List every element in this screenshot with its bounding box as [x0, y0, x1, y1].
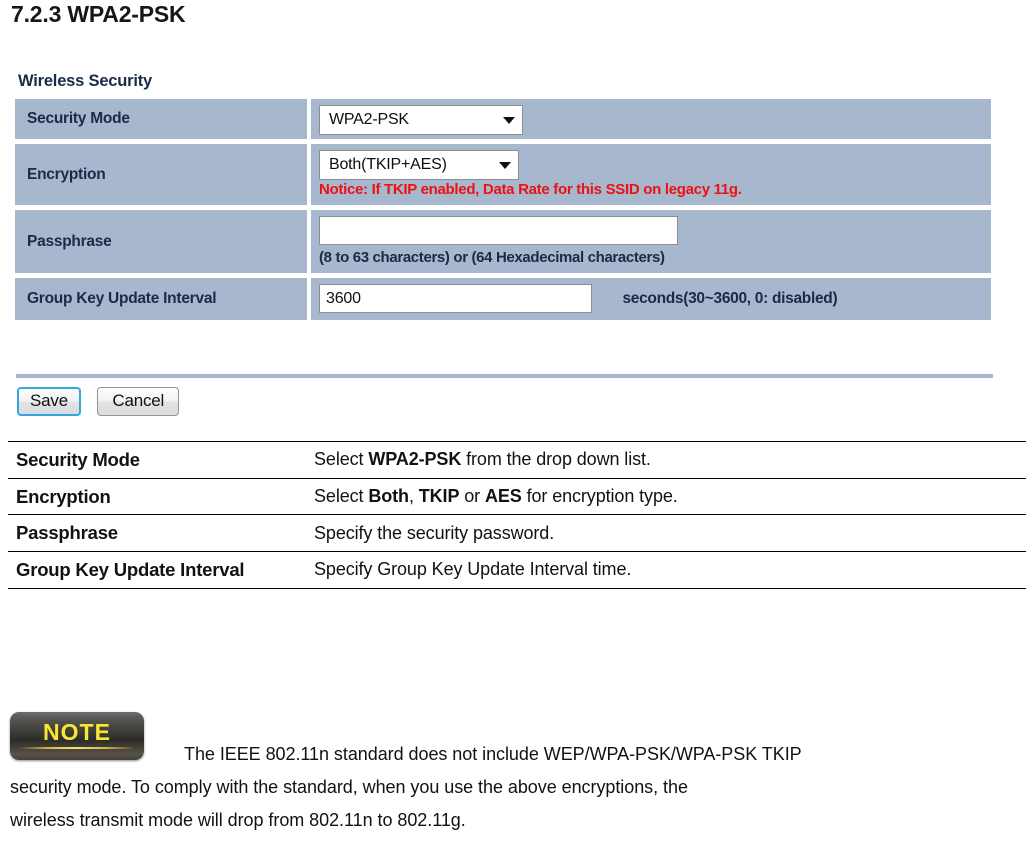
note-line-1: The IEEE 802.11n standard does not inclu…: [184, 744, 802, 764]
desc-def-mid-1: ,: [408, 486, 419, 506]
note-badge-accent-line: [20, 747, 134, 749]
save-button[interactable]: Save: [17, 387, 81, 416]
security-mode-select[interactable]: WPA2-PSK: [319, 105, 523, 135]
field-description-table: Security Mode Select WPA2-PSK from the d…: [8, 441, 1026, 589]
chevron-down-icon: [499, 161, 511, 169]
table-row: Security Mode Select WPA2-PSK from the d…: [8, 441, 1026, 479]
encryption-label: Encryption: [14, 143, 308, 206]
desc-def-emphasis: Both: [368, 486, 409, 506]
desc-definition: Select Both, TKIP or AES for encryption …: [312, 477, 1026, 516]
group-key-update-interval-field-cell: seconds(30~3600, 0: disabled): [311, 277, 992, 321]
note-paragraph: The IEEE 802.11n standard does not inclu…: [10, 712, 1024, 837]
cancel-button[interactable]: Cancel: [97, 387, 180, 416]
desc-def-emphasis-2: TKIP: [418, 486, 460, 506]
passphrase-input[interactable]: [319, 216, 678, 245]
page-title: 7.2.3 WPA2-PSK: [11, 1, 186, 27]
desc-term: Security Mode: [8, 441, 312, 479]
desc-def-pre: Select: [314, 486, 369, 506]
note-badge-icon: NOTE: [10, 712, 144, 760]
desc-definition: Select WPA2-PSK from the drop down list.: [312, 441, 1026, 479]
note-block: NOTE The IEEE 802.11n standard does not …: [10, 712, 1024, 837]
note-badge-label: NOTE: [43, 719, 111, 745]
encryption-notice: Notice: If TKIP enabled, Data Rate for t…: [319, 181, 742, 198]
security-mode-selected-value: WPA2-PSK: [329, 111, 409, 128]
passphrase-label: Passphrase: [14, 209, 308, 274]
passphrase-field-cell: (8 to 63 characters) or (64 Hexadecimal …: [311, 209, 992, 274]
group-key-update-interval-label: Group Key Update Interval: [14, 277, 308, 321]
desc-term: Encryption: [8, 477, 312, 516]
desc-definition: Specify Group Key Update Interval time.: [312, 551, 1026, 589]
desc-term: Passphrase: [8, 514, 312, 553]
desc-def-post: from the drop down list.: [461, 449, 651, 470]
security-mode-field-cell: WPA2-PSK: [311, 98, 992, 140]
wireless-security-panel: Wireless Security Security Mode WPA2-PSK…: [14, 72, 992, 324]
encryption-select[interactable]: Both(TKIP+AES): [319, 150, 519, 180]
desc-def-post: for encryption type.: [521, 486, 678, 506]
panel-button-bar: Save Cancel: [17, 387, 180, 416]
form-row-security-mode: Security Mode WPA2-PSK: [14, 98, 992, 140]
desc-def-emphasis-3: AES: [484, 486, 522, 506]
chevron-down-icon: [503, 116, 515, 124]
form-row-group-key-update-interval: Group Key Update Interval seconds(30~360…: [14, 277, 992, 321]
form-row-passphrase: Passphrase (8 to 63 characters) or (64 H…: [14, 209, 992, 274]
group-key-update-interval-input[interactable]: [319, 284, 592, 313]
table-row: Passphrase Specify the security password…: [8, 514, 1026, 553]
wireless-security-form: Security Mode WPA2-PSK Encryption Both(T…: [14, 98, 992, 321]
form-row-encryption: Encryption Both(TKIP+AES) Notice: If TKI…: [14, 143, 992, 206]
security-mode-label: Security Mode: [14, 98, 308, 140]
panel-title: Wireless Security: [18, 72, 153, 90]
note-line-3: wireless transmit mode will drop from 80…: [10, 809, 466, 830]
desc-definition: Specify the security password.: [312, 514, 1026, 553]
desc-term: Group Key Update Interval: [8, 551, 312, 589]
table-row: Encryption Select Both, TKIP or AES for …: [8, 477, 1026, 516]
note-line-2: security mode. To comply with the standa…: [10, 776, 688, 797]
desc-def-emphasis: WPA2-PSK: [368, 449, 462, 470]
desc-def-pre: Select: [314, 449, 369, 470]
panel-divider: [16, 374, 993, 378]
encryption-field-cell: Both(TKIP+AES) Notice: If TKIP enabled, …: [311, 143, 992, 206]
table-row: Group Key Update Interval Specify Group …: [8, 551, 1026, 589]
group-key-update-interval-suffix: seconds(30~3600, 0: disabled): [622, 289, 838, 307]
encryption-selected-value: Both(TKIP+AES): [329, 156, 447, 173]
desc-def-mid-2: or: [459, 486, 485, 506]
passphrase-hint: (8 to 63 characters) or (64 Hexadecimal …: [319, 249, 665, 266]
